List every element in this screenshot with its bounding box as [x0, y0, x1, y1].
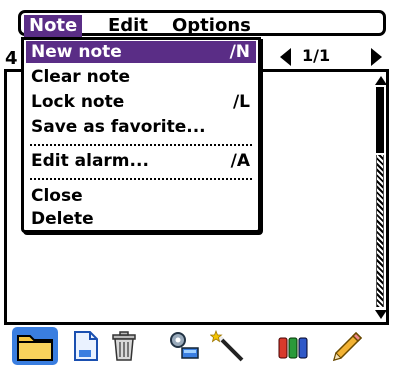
trash-icon[interactable] — [110, 330, 138, 362]
note-menu-dropdown: New note ∕N Clear note Lock note ∕L Save… — [21, 37, 261, 233]
scrollbar[interactable] — [372, 76, 388, 320]
menu-options[interactable]: Options — [167, 15, 256, 37]
menu-separator — [30, 144, 252, 146]
scroll-down-arrow-icon[interactable] — [375, 310, 387, 319]
previous-page-arrow-icon[interactable] — [280, 48, 291, 66]
menu-item-label: Close — [31, 186, 83, 206]
magic-wand-icon[interactable] — [209, 329, 246, 362]
menu-item-new-note[interactable]: New note ∕N — [26, 41, 256, 63]
pencil-icon[interactable] — [330, 330, 364, 362]
scroll-track[interactable] — [376, 155, 384, 307]
next-page-arrow-icon[interactable] — [371, 48, 382, 66]
page-indicator: 1/1 — [302, 46, 331, 65]
new-page-icon[interactable] — [72, 330, 100, 362]
screen: 4 1/1 Note Edit Options New note ∕N Clea… — [0, 0, 395, 365]
menu-item-label: Delete — [31, 209, 94, 229]
scroll-up-arrow-icon[interactable] — [375, 76, 387, 85]
menu-item-clear-note[interactable]: Clear note — [26, 66, 256, 88]
folder-glyph — [17, 335, 53, 361]
menu-edit[interactable]: Edit — [103, 15, 153, 37]
color-pens-icon[interactable] — [276, 330, 312, 362]
menu-note[interactable]: Note — [24, 15, 83, 37]
menu-item-lock-note[interactable]: Lock note ∕L — [26, 91, 256, 113]
menu-item-shortcut: ∕N — [229, 42, 250, 62]
menu-item-shortcut: ∕A — [230, 151, 250, 171]
tools-icon[interactable] — [168, 330, 202, 362]
menu-item-label: Clear note — [31, 67, 131, 87]
menu-item-label: Edit alarm... — [31, 151, 149, 171]
menu-bar: Note Edit Options — [18, 10, 386, 37]
scroll-thumb[interactable] — [376, 87, 384, 153]
menu-item-edit-alarm[interactable]: Edit alarm... ∕A — [26, 150, 256, 172]
menu-item-close[interactable]: Close — [26, 185, 256, 207]
folder-icon[interactable] — [12, 327, 58, 365]
menu-item-shortcut: ∕L — [232, 92, 250, 112]
menu-item-save-as-favorite[interactable]: Save as favorite... — [26, 116, 256, 138]
menu-item-delete[interactable]: Delete — [26, 208, 256, 230]
menu-item-label: Save as favorite... — [31, 117, 206, 137]
menu-item-label: Lock note — [31, 92, 125, 112]
bottom-toolbar — [0, 326, 395, 365]
menu-item-label: New note — [31, 42, 122, 62]
note-title-fragment: 4 — [5, 48, 18, 69]
menu-separator — [30, 178, 252, 180]
